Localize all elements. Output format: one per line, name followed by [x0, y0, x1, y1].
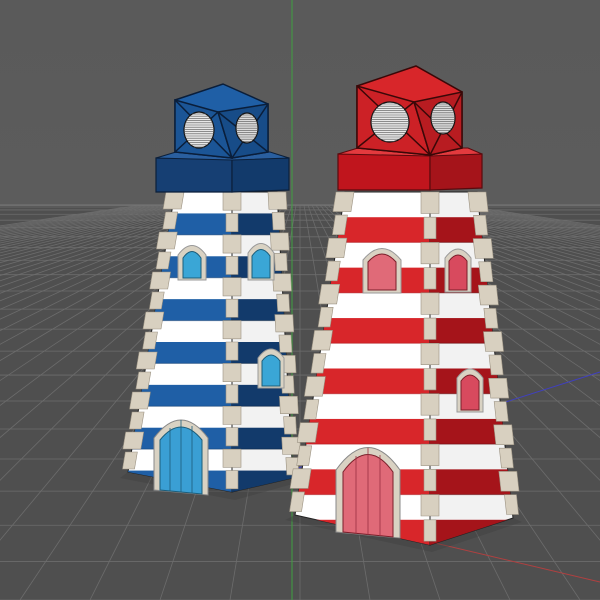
blue-window-side-top [247, 243, 275, 281]
red-window-side-top [444, 248, 472, 293]
ground-grid [0, 204, 600, 600]
blue-window-front [177, 245, 207, 281]
blue-window-side-bottom [257, 348, 285, 389]
red-door [335, 447, 401, 539]
red-gallery [337, 147, 483, 191]
viewport-scene[interactable] [0, 0, 600, 600]
red-window-front [362, 248, 402, 294]
3d-viewport[interactable] [0, 0, 600, 600]
red-window-side-bottom [456, 368, 484, 413]
blue-gallery [155, 151, 290, 193]
blue-door [153, 419, 209, 496]
red-lamp-glass [370, 101, 410, 143]
